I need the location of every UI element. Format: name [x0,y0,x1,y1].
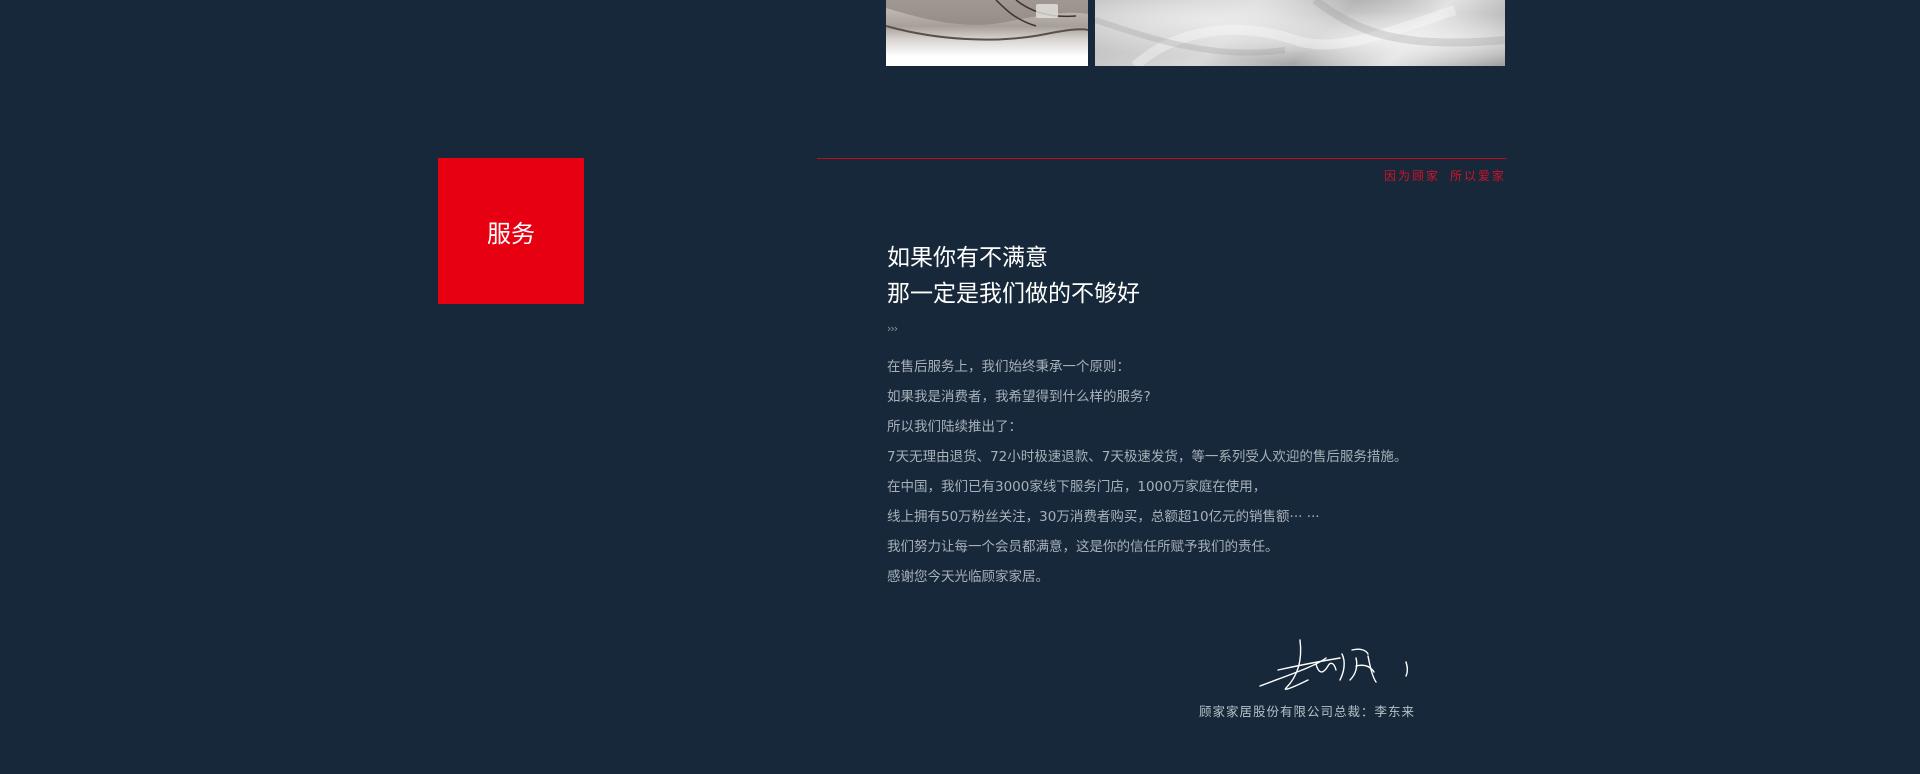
leather-texture-photo [1095,0,1505,66]
slogan-part-2: 所以爱家 [1449,169,1506,183]
handwritten-signature [1259,639,1409,690]
arrows-decoration: ››› [887,322,898,335]
body-line: 如果我是消费者，我希望得到什么样的服务? [887,389,1151,405]
brand-slogan: 因为顾家 所以爱家 [1384,167,1506,184]
headline-line-2: 那一定是我们做的不够好 [887,281,1140,307]
body-line: 线上拥有50万粉丝关注，30万消费者购买，总额超10亿元的销售额··· ··· [887,509,1320,525]
headline-line-1: 如果你有不满意 [887,245,1048,271]
service-description: 在售后服务上，我们始终秉承一个原则： 如果我是消费者，我希望得到什么样的服务? … [887,352,1407,592]
sofa-armrest-image [886,0,1088,41]
body-line: 7天无理由退货、72小时极速退款、7天极速发货，等一系列受人欢迎的售后服务措施。 [887,449,1408,465]
service-badge-label: 服务 [487,219,535,248]
sofa-photo [886,0,1088,66]
service-section-badge: 服务 [438,158,584,304]
body-line: 感谢您今天光临顾家家居。 [887,569,1049,585]
leather-texture-image [1095,0,1505,66]
body-line: 所以我们陆续推出了： [887,419,1022,435]
body-line: 在中国，我们已有3000家线下服务门店，1000万家庭在使用， [887,479,1267,495]
service-headline: 如果你有不满意 那一定是我们做的不够好 [887,240,1140,312]
body-line: 我们努力让每一个会员都满意，这是你的信任所赋予我们的责任。 [887,539,1279,555]
red-divider-line [817,158,1506,159]
slogan-part-1: 因为顾家 [1383,169,1440,183]
signature-caption: 顾家家居股份有限公司总裁：李东来 [1198,704,1415,719]
body-line: 在售后服务上，我们始终秉承一个原则： [887,359,1130,375]
